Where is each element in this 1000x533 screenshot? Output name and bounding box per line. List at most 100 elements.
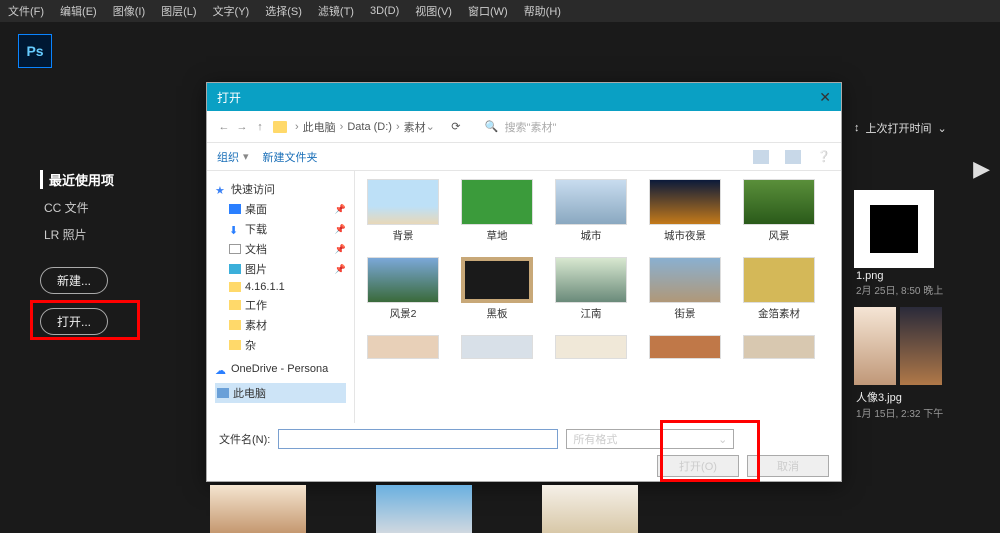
recent-date: 1月 15日, 2:32 下午 xyxy=(856,405,994,420)
file-item[interactable]: 城市夜景 xyxy=(649,179,721,243)
logo-area: Ps xyxy=(0,22,1000,80)
preview-pane-icon[interactable] xyxy=(785,150,801,164)
recent-thumb[interactable] xyxy=(854,190,934,268)
folder-icon xyxy=(229,282,241,292)
menu-window[interactable]: 窗口(W) xyxy=(468,3,508,19)
tree-folder[interactable]: 工作 xyxy=(229,297,346,313)
menu-help[interactable]: 帮助(H) xyxy=(524,3,561,19)
tree-thispc[interactable]: 此电脑 xyxy=(215,383,346,403)
recent-thumb[interactable] xyxy=(210,485,306,533)
download-icon: ⬇ xyxy=(229,224,241,234)
breadcrumb-pc[interactable]: 此电脑 xyxy=(303,119,336,135)
breadcrumb-sep: › xyxy=(295,121,299,133)
breadcrumb-dropdown-icon[interactable]: ⌄ xyxy=(426,120,435,133)
folder-icon xyxy=(229,300,241,310)
sidebar-cc-files[interactable]: CC 文件 xyxy=(44,199,156,216)
search-input[interactable]: 🔍 搜索"素材" xyxy=(485,119,833,135)
file-item[interactable] xyxy=(461,335,533,359)
toolbar-newfolder[interactable]: 新建文件夹 xyxy=(263,149,318,165)
file-grid: 背景 草地 城市 城市夜景 风景 风景2 黑板 江南 街景 金箔素材 xyxy=(355,171,841,423)
pin-icon: 📌 xyxy=(335,204,346,215)
refresh-icon[interactable]: ⟳ xyxy=(441,120,471,133)
file-item[interactable]: 黑板 xyxy=(461,257,533,321)
breadcrumb-drive[interactable]: Data (D:) xyxy=(347,121,392,133)
desktop-icon xyxy=(229,204,241,214)
file-item[interactable]: 城市 xyxy=(555,179,627,243)
recent-date: 2月 25日, 8:50 晚上 xyxy=(856,282,994,297)
file-item[interactable] xyxy=(743,335,815,359)
dialog-nav: ← → ↑ › 此电脑 › Data (D:) › 素材 ⌄ ⟳ 🔍 搜索"素材… xyxy=(207,111,841,143)
file-item[interactable]: 街景 xyxy=(649,257,721,321)
menu-file[interactable]: 文件(F) xyxy=(8,3,44,19)
toolbar-organize[interactable]: 组织 xyxy=(217,149,239,165)
recent-thumb[interactable] xyxy=(900,307,942,385)
file-item[interactable]: 金箔素材 xyxy=(743,257,815,321)
tree-folder[interactable]: 4.16.1.1 xyxy=(229,281,346,293)
star-icon: ★ xyxy=(215,184,227,194)
recent-bottom-row xyxy=(210,485,638,533)
tree-folder[interactable]: 素材 xyxy=(229,317,346,333)
tree-downloads[interactable]: ⬇下载📌 xyxy=(229,221,346,237)
recent-panel: ↕ 上次打开时间 ⌄ ▶ 1.png 2月 25日, 8:50 晚上 人像3.j… xyxy=(850,120,1000,430)
menu-3d[interactable]: 3D(D) xyxy=(370,5,399,17)
breadcrumb-folder[interactable]: 素材 xyxy=(404,119,426,135)
search-placeholder: 搜索"素材" xyxy=(505,119,557,135)
dialog-title: 打开 xyxy=(217,89,241,106)
menu-select[interactable]: 选择(S) xyxy=(265,3,302,19)
pc-icon xyxy=(217,388,229,398)
recent-thumb[interactable] xyxy=(376,485,472,533)
nav-back-icon[interactable]: ← xyxy=(215,121,233,133)
document-icon xyxy=(229,244,241,254)
annotation-highlight-filetype xyxy=(660,420,760,482)
chevron-down-icon: ⌄ xyxy=(938,122,947,135)
ps-logo-icon: Ps xyxy=(18,34,52,68)
new-button[interactable]: 新建... xyxy=(40,267,108,294)
dialog-titlebar: 打开 ✕ xyxy=(207,83,841,111)
menu-view[interactable]: 视图(V) xyxy=(415,3,452,19)
folder-icon xyxy=(229,340,241,350)
filename-input[interactable] xyxy=(278,429,558,449)
menu-edit[interactable]: 编辑(E) xyxy=(60,3,97,19)
dialog-toolbar: 组织 ▾ 新建文件夹 ❔ xyxy=(207,143,841,171)
tree-quickaccess[interactable]: ★快速访问 xyxy=(215,181,346,197)
tree-pictures[interactable]: 图片📌 xyxy=(229,261,346,277)
file-item[interactable] xyxy=(649,335,721,359)
sidebar-recent-heading: 最近使用项 xyxy=(40,170,160,189)
menu-layer[interactable]: 图层(L) xyxy=(161,3,196,19)
recent-name: 1.png xyxy=(856,270,994,282)
folder-icon xyxy=(229,320,241,330)
file-item[interactable]: 背景 xyxy=(367,179,439,243)
menubar: 文件(F) 编辑(E) 图像(I) 图层(L) 文字(Y) 选择(S) 滤镜(T… xyxy=(0,0,1000,22)
view-mode-icon[interactable] xyxy=(753,150,769,164)
sort-icon: ↕ xyxy=(854,122,860,134)
help-icon[interactable]: ❔ xyxy=(817,150,831,164)
sidebar-lr-photos[interactable]: LR 照片 xyxy=(44,226,156,243)
menu-filter[interactable]: 滤镜(T) xyxy=(318,3,354,19)
tree-folder[interactable]: 杂 xyxy=(229,337,346,353)
nav-tree: ★快速访问 桌面📌 ⬇下载📌 文档📌 图片📌 4.16.1.1 工作 素材 杂 … xyxy=(207,171,355,423)
tree-onedrive[interactable]: ☁OneDrive - Persona xyxy=(215,363,346,375)
tree-documents[interactable]: 文档📌 xyxy=(229,241,346,257)
nav-up-icon[interactable]: ↑ xyxy=(251,121,269,133)
file-item[interactable]: 江南 xyxy=(555,257,627,321)
menu-type[interactable]: 文字(Y) xyxy=(213,3,250,19)
cloud-icon: ☁ xyxy=(215,364,227,374)
picture-icon xyxy=(229,264,241,274)
annotation-highlight-open xyxy=(30,300,140,340)
file-item[interactable]: 风景2 xyxy=(367,257,439,321)
recent-thumb[interactable] xyxy=(854,307,896,385)
close-icon[interactable]: ✕ xyxy=(819,89,831,106)
star-shape-icon xyxy=(870,205,918,253)
tree-desktop[interactable]: 桌面📌 xyxy=(229,201,346,217)
folder-icon xyxy=(273,121,287,133)
sort-dropdown[interactable]: ↕ 上次打开时间 ⌄ xyxy=(850,120,1000,136)
recent-name: 人像3.jpg xyxy=(856,389,994,405)
file-item[interactable]: 风景 xyxy=(743,179,815,243)
file-item[interactable] xyxy=(555,335,627,359)
file-item[interactable]: 草地 xyxy=(461,179,533,243)
nav-forward-icon[interactable]: → xyxy=(233,121,251,133)
file-item[interactable] xyxy=(367,335,439,359)
recent-thumb[interactable] xyxy=(542,485,638,533)
filename-label: 文件名(N): xyxy=(219,431,270,447)
menu-image[interactable]: 图像(I) xyxy=(113,3,145,19)
